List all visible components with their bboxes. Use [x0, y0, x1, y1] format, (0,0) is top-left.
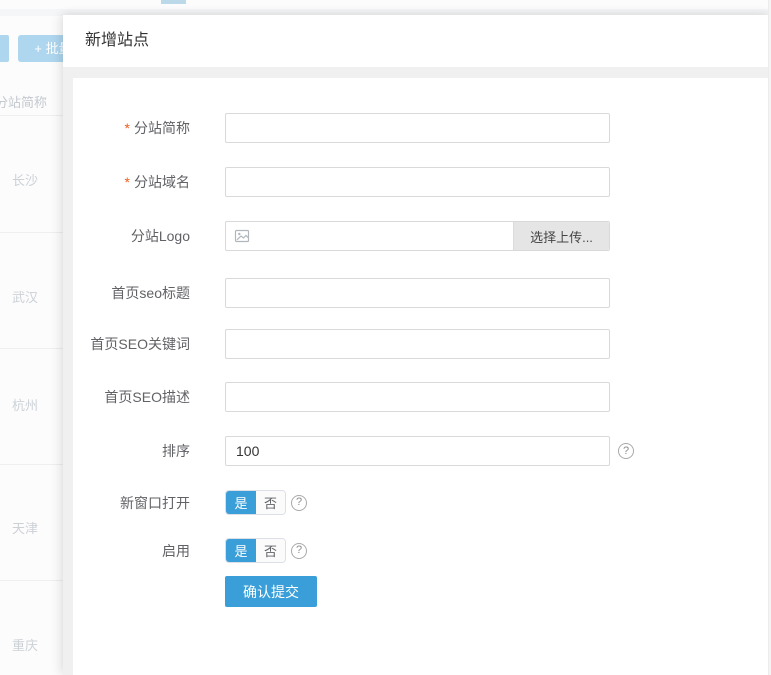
site-logo-label: 分站Logo	[73, 226, 190, 246]
form-row-seo-keywords: 首页SEO关键词	[73, 329, 771, 359]
sort-order-label: 排序	[73, 441, 190, 461]
site-domain-input[interactable]	[225, 167, 610, 197]
help-icon[interactable]: ?	[618, 443, 634, 459]
table-divider	[0, 348, 63, 349]
new-window-toggle-no[interactable]: 否	[256, 491, 285, 514]
masked-button-edge	[0, 35, 9, 62]
table-column-header: 分站简称	[0, 92, 47, 111]
enabled-toggle-yes[interactable]: 是	[226, 539, 256, 562]
site-domain-label: *分站域名	[73, 172, 190, 192]
submit-button[interactable]: 确认提交	[225, 576, 317, 607]
form-row-site-shortname: *分站简称	[73, 113, 771, 143]
form-row-enabled: 启用 是 否 ?	[73, 538, 771, 563]
table-row-cell: 长沙	[12, 170, 38, 189]
form-row-submit: 确认提交	[73, 576, 771, 607]
form-card: *分站简称 *分站域名 分站Logo 选择上传...	[73, 78, 771, 675]
upload-button[interactable]: 选择上传...	[513, 222, 609, 250]
drawer-header: 新增站点	[63, 15, 771, 67]
sort-order-input[interactable]	[225, 436, 610, 466]
form-row-site-domain: *分站域名	[73, 167, 771, 197]
enabled-label: 启用	[73, 541, 190, 561]
required-asterisk: *	[125, 120, 130, 136]
seo-keywords-label: 首页SEO关键词	[73, 334, 190, 354]
enabled-toggle-no[interactable]: 否	[256, 539, 285, 562]
seo-title-input[interactable]	[225, 278, 610, 308]
table-divider	[0, 580, 63, 581]
table-divider	[0, 464, 63, 465]
table-divider	[0, 232, 63, 233]
image-icon	[234, 228, 250, 244]
site-shortname-input[interactable]	[225, 113, 610, 143]
seo-description-label: 首页SEO描述	[73, 387, 190, 407]
form-row-site-logo: 分站Logo 选择上传...	[73, 221, 771, 251]
help-icon[interactable]: ?	[291, 543, 307, 559]
enabled-toggle: 是 否	[225, 538, 286, 563]
table-divider	[0, 115, 63, 116]
drawer-title: 新增站点	[85, 32, 149, 49]
site-shortname-label: *分站简称	[73, 118, 190, 138]
masked-tab-indicator	[161, 0, 186, 4]
new-window-toggle: 是 否	[225, 490, 286, 515]
table-row-cell: 武汉	[12, 287, 38, 306]
form-row-seo-description: 首页SEO描述	[73, 382, 771, 412]
seo-title-label: 首页seo标题	[73, 283, 190, 303]
logo-upload-field[interactable]: 选择上传...	[225, 221, 610, 251]
seo-keywords-input[interactable]	[225, 329, 610, 359]
table-row-cell: 杭州	[12, 395, 38, 414]
required-asterisk: *	[125, 174, 130, 190]
form-row-seo-title: 首页seo标题	[73, 278, 771, 308]
table-row-cell: 天津	[12, 518, 38, 537]
new-window-toggle-yes[interactable]: 是	[226, 491, 256, 514]
seo-description-input[interactable]	[225, 382, 610, 412]
drawer-body: *分站简称 *分站域名 分站Logo 选择上传...	[63, 67, 771, 675]
table-row-cell: 重庆	[12, 635, 38, 654]
help-icon[interactable]: ?	[291, 495, 307, 511]
form-row-new-window: 新窗口打开 是 否 ?	[73, 490, 771, 515]
add-site-drawer: 新增站点 *分站简称 *分站域名 分站Logo 选择上传.	[63, 15, 771, 675]
new-window-label: 新窗口打开	[73, 493, 190, 513]
form-row-sort-order: 排序 ?	[73, 436, 771, 466]
